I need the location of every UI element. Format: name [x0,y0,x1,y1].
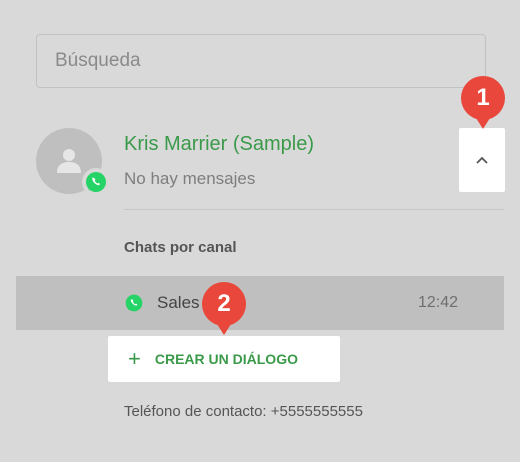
channel-name: Sales [157,293,200,312]
step-marker-2: 2 [202,282,246,335]
channel-time: 12:42 [418,294,459,311]
create-dialog-label: CREAR UN DIÁLOGO [154,351,298,367]
whatsapp-icon [86,172,106,192]
divider [124,209,504,210]
search-box[interactable] [36,34,486,88]
channels-title: Chats por canal [124,239,237,256]
contact-status: No hay mensajes [124,169,256,188]
user-icon [57,149,81,173]
create-dialog-button[interactable]: + CREAR UN DIÁLOGO [108,336,340,382]
contact-name[interactable]: Kris Marrier (Sample) [124,133,314,156]
whatsapp-badge [82,168,110,196]
step-marker-1: 1 [461,76,505,129]
contact-card[interactable]: Kris Marrier (Sample) No hay mensajes [36,128,504,210]
contact-phone: Teléfono de contacto: +5555555555 [124,403,363,420]
chevron-up-icon [476,156,488,164]
collapse-button[interactable] [459,128,505,192]
search-input[interactable] [53,49,485,73]
channel-row-sales[interactable]: Sales 12:42 [16,276,504,330]
whatsapp-icon [125,294,143,312]
plus-icon: + [128,346,141,371]
